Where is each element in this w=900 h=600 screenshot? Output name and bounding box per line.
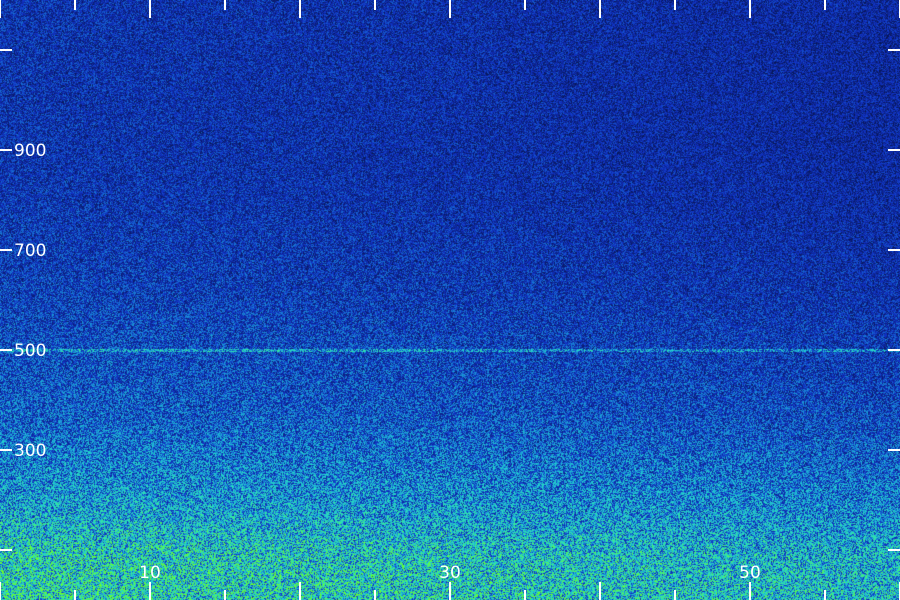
y-tick-labels: 300 500 700 900 [14, 141, 46, 461]
x-tick-labels: 10 30 50 [139, 563, 761, 583]
x-tick-label-50: 50 [739, 563, 761, 583]
y-ticks-right [888, 49, 900, 551]
x-ticks-top [0, 0, 900, 18]
y-tick-label-500: 500 [14, 341, 46, 361]
y-tick-label-700: 700 [14, 241, 46, 261]
x-ticks-bottom [0, 582, 900, 600]
y-tick-label-900: 900 [14, 141, 46, 161]
y-tick-label-300: 300 [14, 441, 46, 461]
y-ticks-left [0, 49, 12, 551]
axes-overlay: 10 30 50 300 500 700 900 [0, 0, 900, 600]
x-tick-label-30: 30 [439, 563, 461, 583]
x-tick-label-10: 10 [139, 563, 161, 583]
